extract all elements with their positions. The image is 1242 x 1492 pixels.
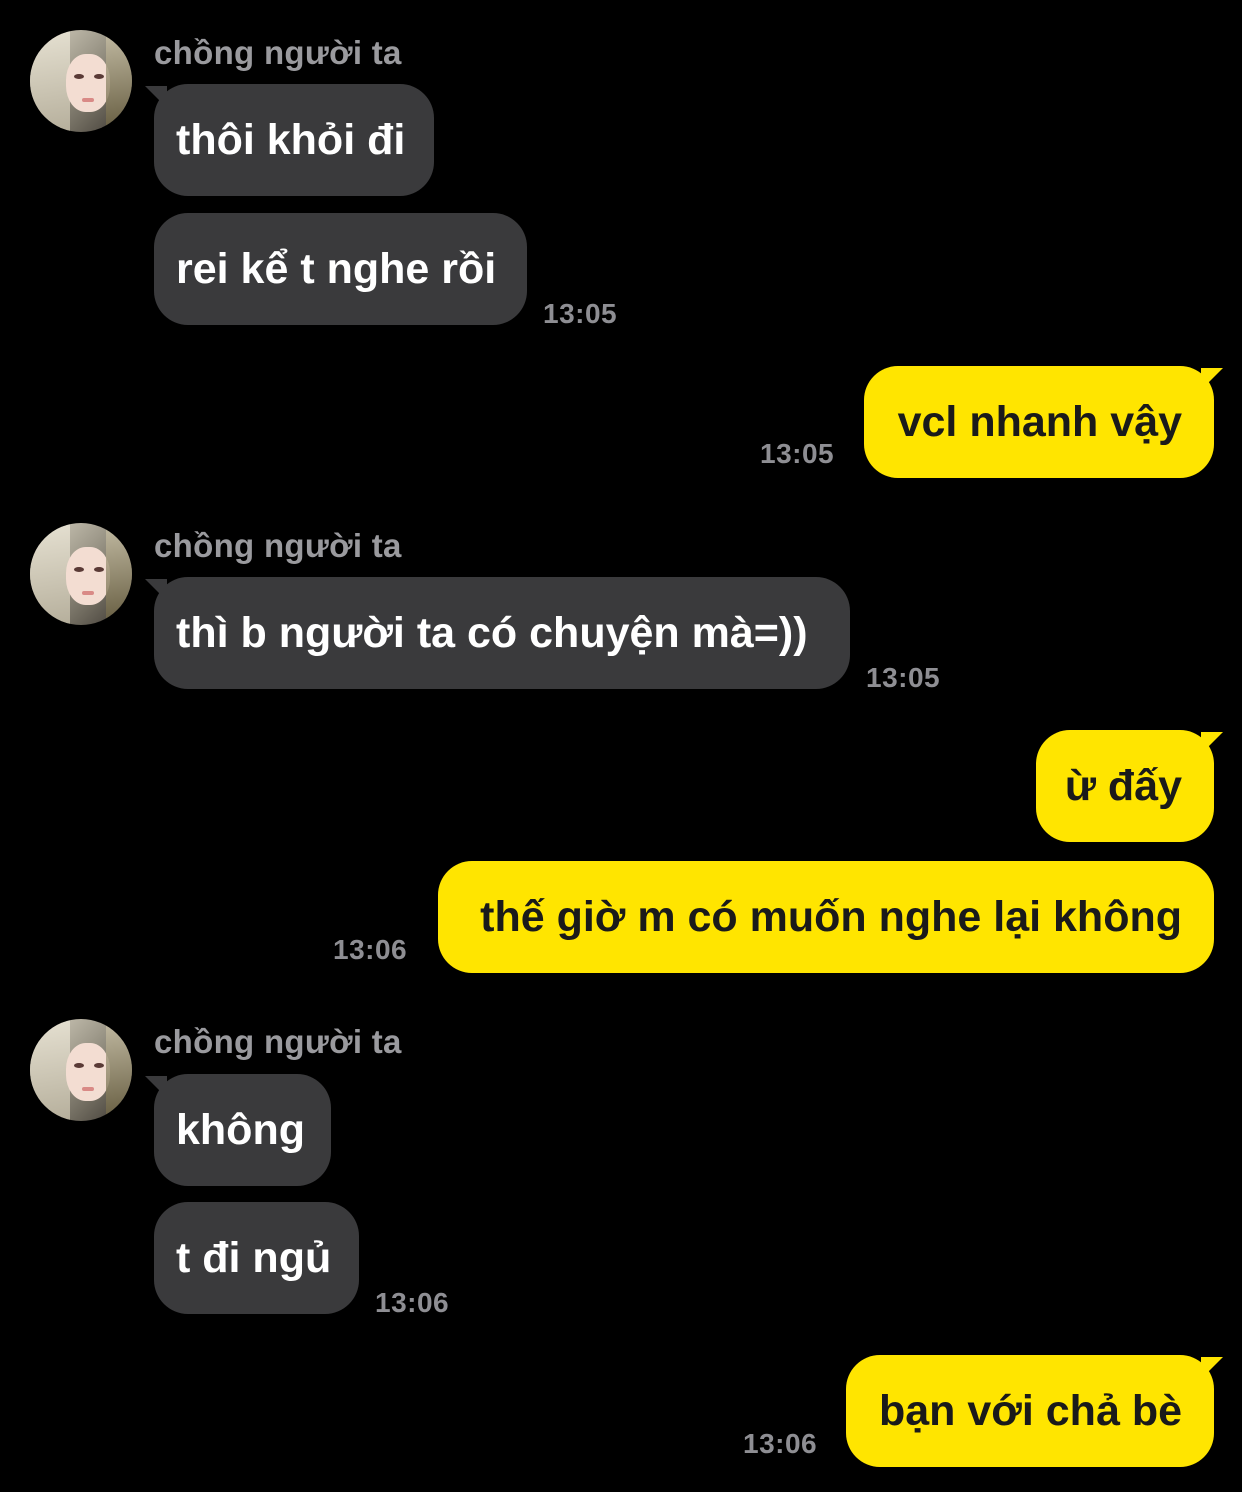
avatar-eye	[74, 1063, 84, 1068]
avatar-face	[66, 54, 110, 112]
contact-avatar[interactable]	[30, 1019, 132, 1121]
avatar-eye	[94, 1063, 104, 1068]
message-text: thôi khỏi đi	[176, 115, 406, 164]
avatar-hair	[30, 523, 70, 625]
sender-name: chồng người ta	[154, 1023, 402, 1060]
contact-avatar[interactable]	[30, 523, 132, 625]
avatar-lip	[82, 98, 94, 102]
avatar-hair	[106, 523, 132, 625]
sender-name: chồng người ta	[154, 527, 402, 564]
message-timestamp: 13:05	[760, 438, 835, 469]
message-text: thì b người ta có chuyện mà=))	[176, 608, 808, 657]
message-text: ừ đấy	[1064, 761, 1182, 810]
message-bubble-incoming[interactable]: thôi khỏi đi	[145, 84, 434, 196]
bubble-tail	[1201, 732, 1223, 754]
message-text: bạn với chả bè	[879, 1386, 1182, 1435]
avatar-hair	[106, 30, 132, 132]
message-bubble-incoming[interactable]: thì b người ta có chuyện mà=))	[145, 577, 850, 689]
message-text: t đi ngủ	[176, 1233, 332, 1282]
message-bubble-incoming[interactable]: t đi ngủ	[154, 1202, 359, 1314]
message-bubble-incoming[interactable]: không	[145, 1074, 331, 1186]
avatar-eye	[94, 74, 104, 79]
avatar-lip	[82, 1087, 94, 1091]
message-timestamp: 13:06	[375, 1287, 450, 1318]
contact-avatar[interactable]	[30, 30, 132, 132]
message-bubble-outgoing[interactable]: bạn với chả bè	[846, 1355, 1223, 1467]
bubble-tail	[1201, 1357, 1223, 1379]
avatar-face	[66, 547, 110, 605]
message-text: không	[176, 1105, 305, 1154]
message-text: thế giờ m có muốn nghe lại không	[480, 892, 1182, 941]
bubble-tail	[145, 579, 167, 601]
message-text: vcl nhanh vậy	[897, 397, 1182, 446]
message-text: rei kể t nghe rồi	[176, 244, 497, 293]
message-timestamp: 13:06	[333, 934, 408, 965]
message-bubble-outgoing[interactable]: ừ đấy	[1036, 730, 1223, 842]
message-timestamp: 13:05	[866, 662, 941, 693]
bubble-tail	[1201, 368, 1223, 390]
bubble-tail	[145, 1076, 167, 1098]
avatar-hair	[30, 1019, 70, 1121]
message-bubble-outgoing[interactable]: vcl nhanh vậy	[864, 366, 1223, 478]
avatar-hair	[30, 30, 70, 132]
avatar-eye	[74, 567, 84, 572]
message-timestamp: 13:06	[743, 1428, 818, 1459]
message-timestamp: 13:05	[543, 298, 618, 329]
avatar-lip	[82, 591, 94, 595]
message-bubble-outgoing[interactable]: thế giờ m có muốn nghe lại không	[438, 861, 1214, 973]
avatar-eye	[94, 567, 104, 572]
sender-name: chồng người ta	[154, 34, 402, 71]
avatar-face	[66, 1043, 110, 1101]
avatar-eye	[74, 74, 84, 79]
message-bubble-incoming[interactable]: rei kể t nghe rồi	[154, 213, 527, 325]
avatar-hair	[106, 1019, 132, 1121]
bubble-tail	[145, 86, 167, 108]
